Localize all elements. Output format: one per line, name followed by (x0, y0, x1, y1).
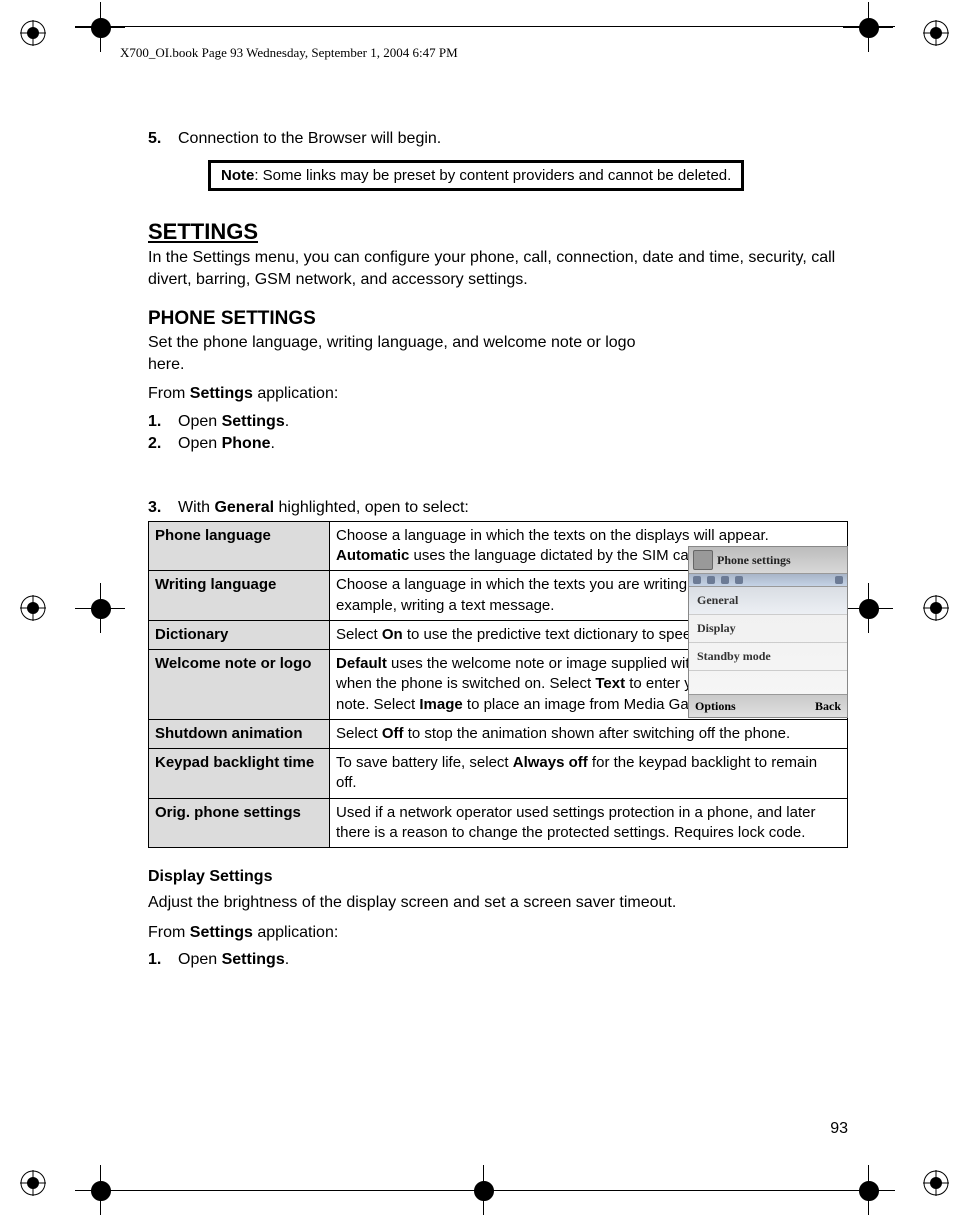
table-desc: Select Off to stop the animation shown a… (330, 719, 848, 748)
table-label: Welcome note or logo (149, 650, 330, 720)
phone-settings-screenshot: Phone settings General Display Standby m… (688, 546, 848, 718)
table-label: Shutdown animation (149, 719, 330, 748)
registration-mark-icon (20, 595, 46, 621)
registration-mark-icon (20, 20, 46, 46)
settings-heading: SETTINGS (148, 219, 848, 245)
table-row: Shutdown animationSelect Off to stop the… (149, 719, 848, 748)
table-row: Keypad backlight timeTo save battery lif… (149, 749, 848, 799)
table-label: Writing language (149, 571, 330, 621)
page-header-text: X700_OI.book Page 93 Wednesday, Septembe… (120, 45, 458, 61)
softkey-left: Options (695, 699, 736, 714)
softkey-right: Back (815, 699, 841, 714)
note-label: Note (221, 167, 254, 184)
settings-intro: In the Settings menu, you can configure … (148, 247, 848, 290)
table-desc: Used if a network operator used settings… (330, 798, 848, 848)
registration-mark-icon (923, 1170, 949, 1196)
from-settings-line: From Settings application: (148, 383, 668, 405)
settings-icon (693, 550, 713, 570)
display-settings-intro: Adjust the brightness of the display scr… (148, 892, 848, 914)
step-number: 5. (148, 130, 178, 148)
page-number: 93 (830, 1120, 848, 1138)
step-2: 2. Open Phone. (148, 435, 668, 453)
display-settings-heading: Display Settings (148, 868, 848, 886)
step-1: 1. Open Settings. (148, 413, 668, 431)
phone-mock-title: Phone settings (717, 553, 791, 568)
registration-mark-icon (923, 20, 949, 46)
registration-mark-icon (20, 1170, 46, 1196)
phone-mock-item-standby: Standby mode (689, 643, 847, 671)
registration-mark-icon (923, 595, 949, 621)
phone-settings-intro: Set the phone language, writing language… (148, 332, 668, 375)
note-text: : Some links may be preset by content pr… (254, 167, 731, 184)
display-from-settings-line: From Settings application: (148, 922, 848, 944)
table-row: Orig. phone settingsUsed if a network op… (149, 798, 848, 848)
table-label: Keypad backlight time (149, 749, 330, 799)
phone-mock-item-general: General (689, 587, 847, 615)
table-desc: To save battery life, select Always off … (330, 749, 848, 799)
header-rule (75, 26, 895, 27)
step-text: Connection to the Browser will begin. (178, 130, 848, 148)
table-label: Orig. phone settings (149, 798, 330, 848)
display-step-1: 1. Open Settings. (148, 951, 848, 969)
step-5: 5. Connection to the Browser will begin. (148, 130, 848, 148)
phone-settings-heading: PHONE SETTINGS (148, 308, 848, 330)
table-label: Phone language (149, 521, 330, 571)
table-label: Dictionary (149, 620, 330, 649)
phone-mock-item-display: Display (689, 615, 847, 643)
phone-statusbar (689, 574, 847, 587)
note-box: Note: Some links may be preset by conten… (208, 160, 744, 191)
step-3: 3. With General highlighted, open to sel… (148, 499, 848, 517)
